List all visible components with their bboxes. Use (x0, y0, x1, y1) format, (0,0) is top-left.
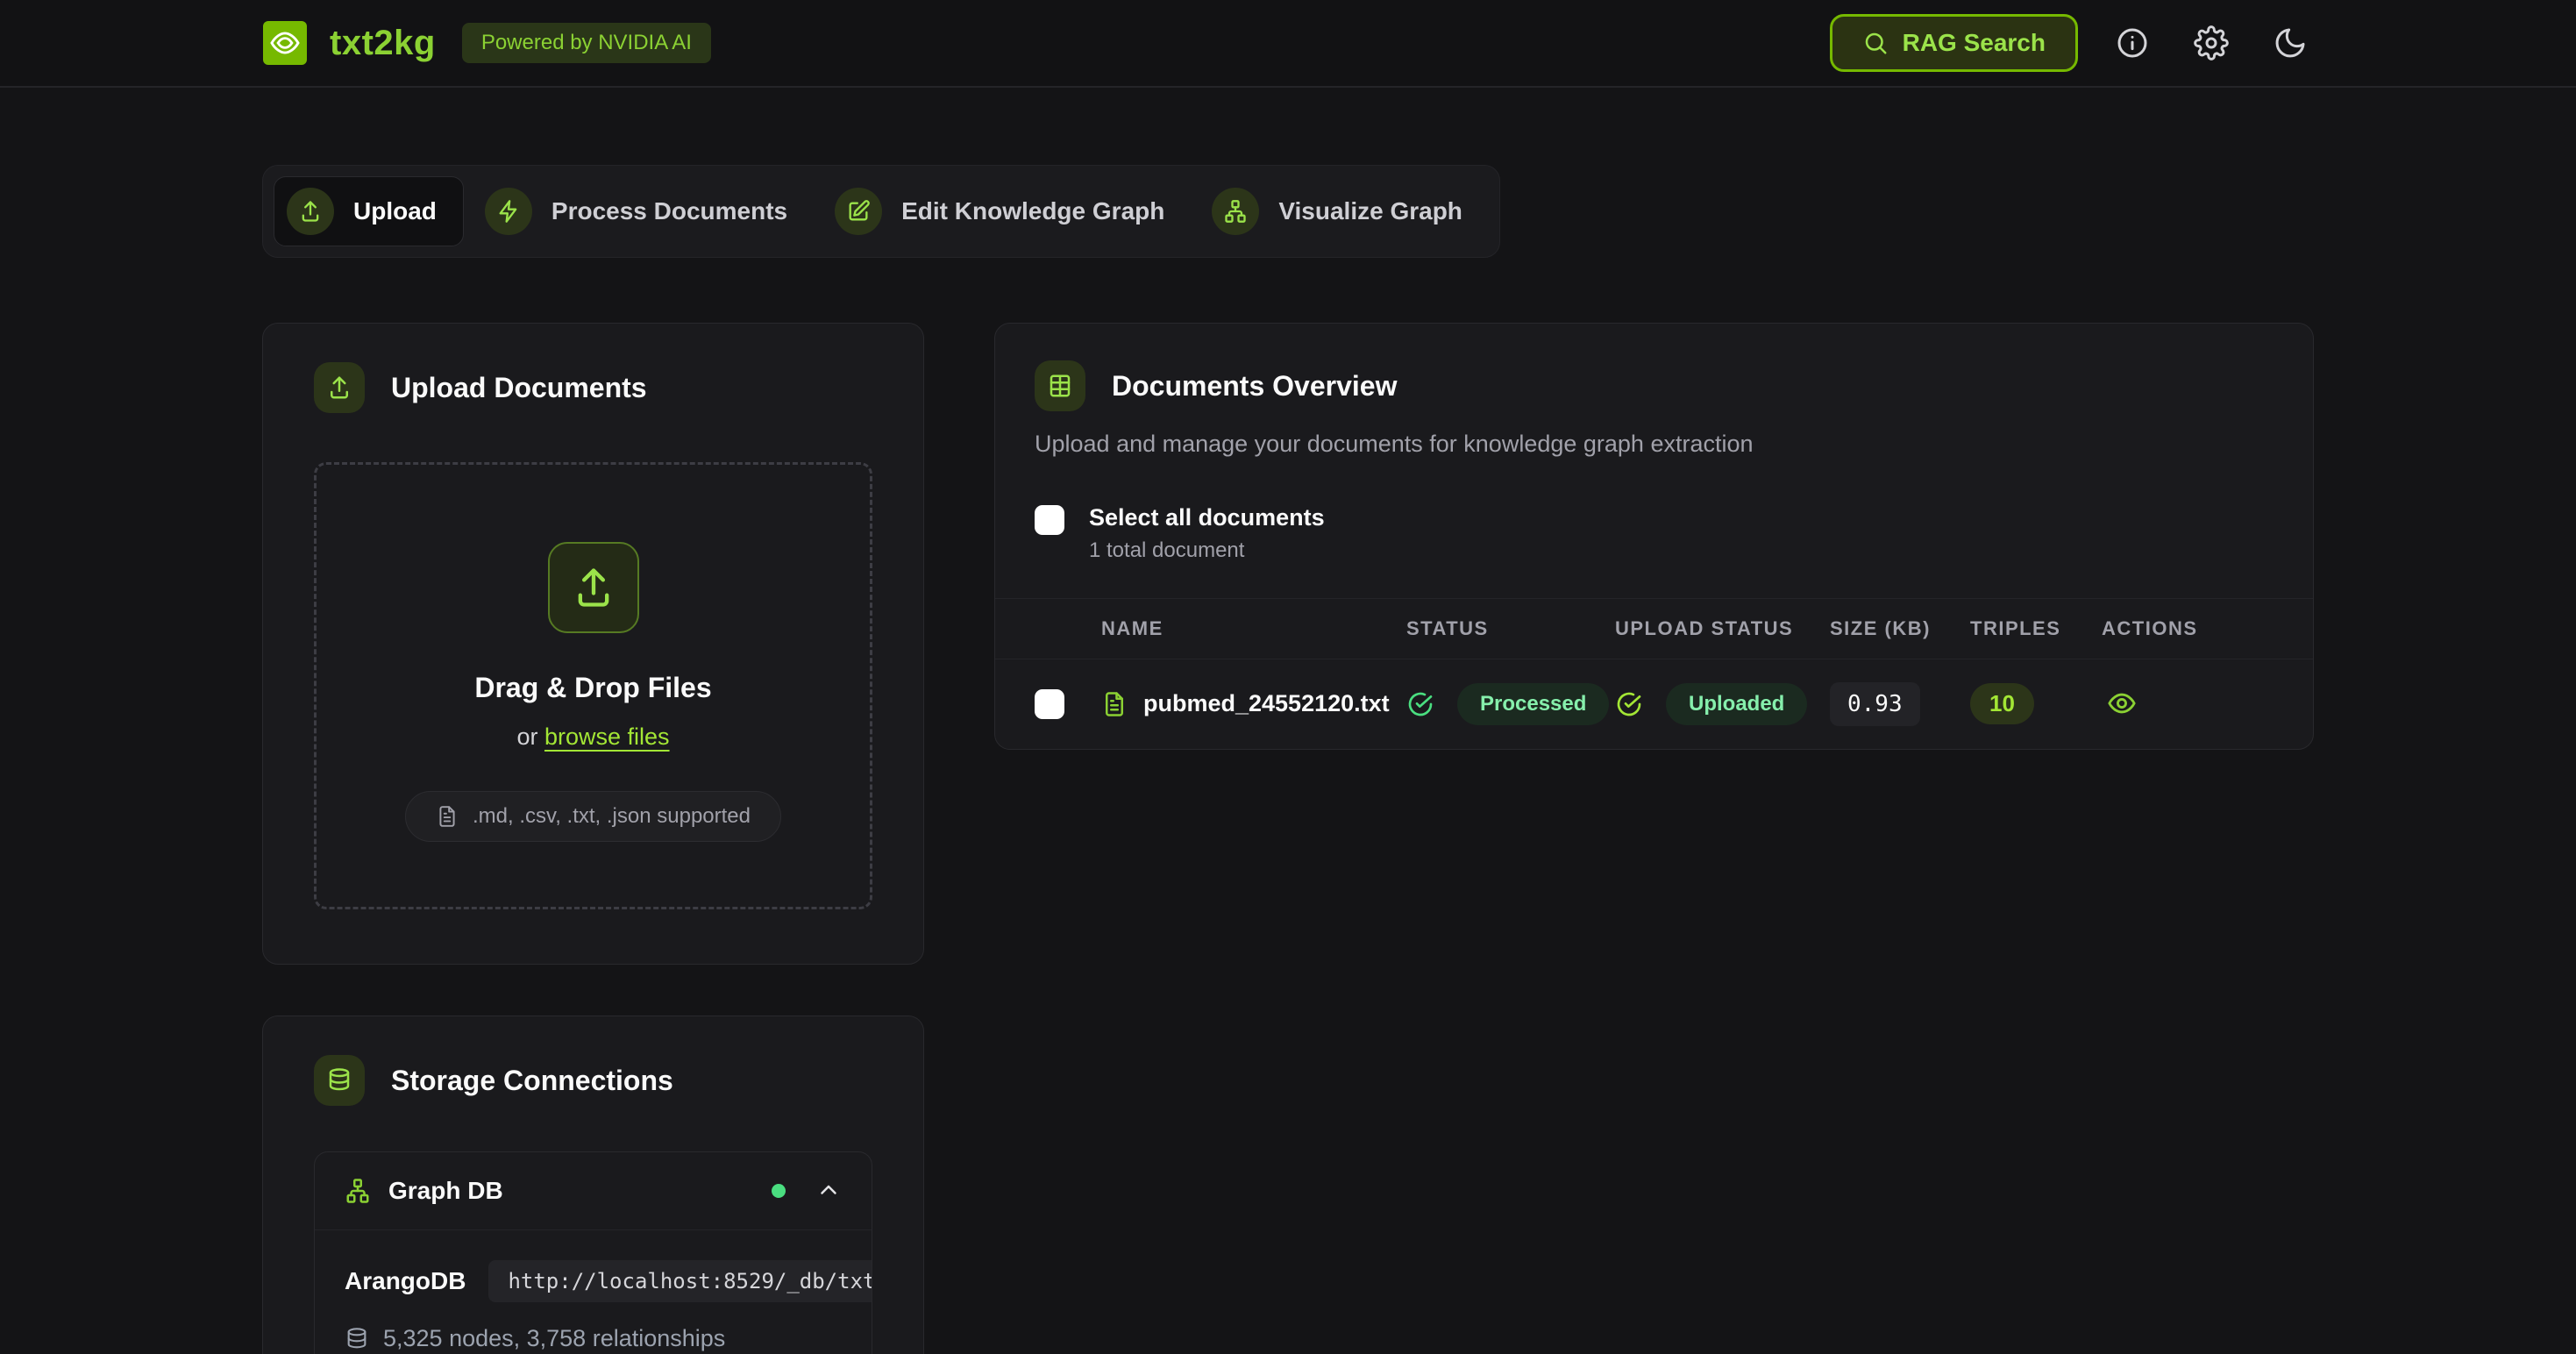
status-badge: Processed (1457, 683, 1609, 725)
upload-documents-card: Upload Documents Drag & Drop Files or br… (262, 323, 924, 965)
upload-cloud-icon (548, 542, 639, 633)
gear-icon (2194, 25, 2229, 61)
col-header-upload-status: Upload Status (1615, 617, 1830, 640)
db-connections-panel: Graph DB (314, 1151, 872, 1354)
table-icon (1035, 360, 1085, 411)
table-row: pubmed_24552120.txt Processed (995, 659, 2313, 749)
app-header: txt2kg Powered by NVIDIA AI RAG Search (0, 0, 2576, 88)
graph-db-toggle[interactable]: Graph DB (315, 1152, 872, 1229)
col-header-size: Size (KB) (1830, 617, 1970, 640)
dropzone-subtext: or browse files (516, 723, 669, 751)
row-checkbox[interactable] (1035, 689, 1064, 719)
brand: txt2kg Powered by NVIDIA AI (263, 21, 711, 65)
tab-visualize-graph[interactable]: Visualize Graph (1199, 177, 1489, 246)
storage-connections-card: Storage Connections (262, 1016, 924, 1354)
graph-db-label: Graph DB (388, 1177, 503, 1205)
nvidia-eye-logo (263, 21, 307, 65)
select-all-label: Select all documents (1089, 505, 1325, 531)
col-header-actions: Actions (2102, 617, 2274, 640)
tab-process-documents-label: Process Documents (551, 197, 787, 225)
tab-process-documents[interactable]: Process Documents (473, 177, 814, 246)
graph-icon (1212, 188, 1259, 235)
moon-icon (2273, 25, 2308, 61)
col-header-status: Status (1406, 617, 1615, 640)
eye-icon (2107, 688, 2137, 718)
header-actions: RAG Search (1830, 14, 2315, 72)
col-header-name: Name (1101, 617, 1406, 640)
tab-edit-knowledge-graph[interactable]: Edit Knowledge Graph (822, 177, 1191, 246)
tab-upload[interactable]: Upload (274, 176, 464, 246)
browse-files-link[interactable]: browse files (544, 723, 670, 750)
upload-card-title: Upload Documents (391, 372, 647, 404)
upload-icon (314, 362, 365, 413)
file-text-icon (1101, 691, 1128, 717)
rag-search-label: RAG Search (1903, 29, 2046, 57)
total-documents-label: 1 total document (1089, 538, 1325, 563)
document-name: pubmed_24552120.txt (1143, 690, 1390, 717)
graph-db-stats: 5,325 nodes, 3,758 relationships (345, 1325, 842, 1352)
triples-count-badge: 10 (1970, 683, 2034, 724)
graph-db-provider: ArangoDB (345, 1267, 466, 1295)
graph-db-details: ArangoDB http://localhost:8529/_db/txt2k… (315, 1229, 872, 1354)
powered-by-badge: Powered by NVIDIA AI (462, 23, 711, 63)
upload-status-badge: Uploaded (1666, 683, 1807, 725)
graph-db-stats-text: 5,325 nodes, 3,758 relationships (383, 1325, 725, 1352)
rag-search-button[interactable]: RAG Search (1830, 14, 2078, 72)
file-icon (436, 805, 459, 828)
documents-table-header: Name Status Upload Status Size (KB) Trip… (995, 598, 2313, 659)
database-icon (345, 1327, 369, 1351)
documents-table: Name Status Upload Status Size (KB) Trip… (995, 598, 2313, 749)
settings-button[interactable] (2187, 18, 2236, 68)
supported-formats-note: .md, .csv, .txt, .json supported (405, 791, 781, 842)
tab-bar: Upload Process Documents Edit Knowledge … (262, 165, 1500, 258)
col-header-triples: Triples (1970, 617, 2102, 640)
app-title: txt2kg (330, 24, 436, 63)
dark-mode-toggle[interactable] (2266, 18, 2315, 68)
main-content: Upload Process Documents Edit Knowledge … (262, 88, 2314, 1354)
graph-db-status-dot (772, 1184, 786, 1198)
documents-overview-card: Documents Overview Upload and manage you… (994, 323, 2314, 750)
tab-upload-label: Upload (353, 197, 437, 225)
supported-formats-label: .md, .csv, .txt, .json supported (473, 804, 751, 829)
storage-card-title: Storage Connections (391, 1065, 673, 1097)
search-icon (1862, 30, 1889, 56)
graph-db-url: http://localhost:8529/_db/txt2kg (488, 1260, 872, 1302)
view-document-button[interactable] (2102, 683, 2142, 723)
dropzone-heading: Drag & Drop Files (474, 672, 711, 704)
upload-icon (287, 188, 334, 235)
tab-visualize-graph-label: Visualize Graph (1278, 197, 1462, 225)
size-value: 0.93 (1830, 682, 1920, 726)
info-icon (2115, 25, 2150, 61)
documents-card-subtitle: Upload and manage your documents for kno… (1035, 431, 2274, 458)
select-all-checkbox[interactable] (1035, 505, 1064, 535)
file-dropzone[interactable]: Drag & Drop Files or browse files .md, .… (314, 462, 872, 909)
zap-icon (485, 188, 532, 235)
dropzone-or-text: or (516, 723, 537, 750)
chevron-up-icon (815, 1178, 842, 1204)
database-icon (314, 1055, 365, 1106)
check-circle-icon (1406, 690, 1434, 718)
info-button[interactable] (2108, 18, 2157, 68)
graph-db-icon (345, 1178, 371, 1204)
documents-card-title: Documents Overview (1112, 370, 1397, 403)
edit-icon (835, 188, 882, 235)
tab-edit-knowledge-graph-label: Edit Knowledge Graph (901, 197, 1164, 225)
check-circle-icon (1615, 690, 1643, 718)
